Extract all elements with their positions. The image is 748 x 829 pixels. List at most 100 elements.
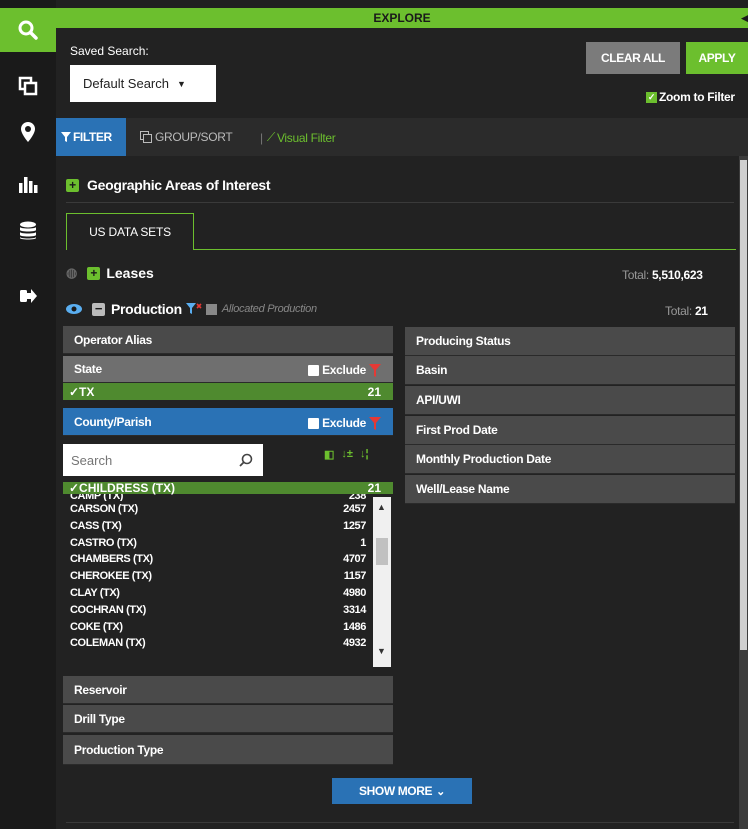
explore-titlebar: EXPLORE ◂ [56,8,748,28]
county-name: COCHRAN (TX) [70,603,146,616]
divider [66,202,734,203]
plus-icon: + [87,266,101,280]
county-count: 1157 [343,570,367,583]
geo-areas-title: Geographic Areas of Interest [87,177,271,193]
county-name: CASS (TX) [70,519,122,532]
filter-producing-status[interactable]: Producing Status [405,327,735,356]
checkbox[interactable] [308,364,320,376]
state-exclude-checkbox[interactable]: Exclude [308,363,381,377]
caret-down-icon: ▼ [177,78,186,89]
copy-icon [140,131,152,143]
list-item[interactable]: COKE (TX) 1486 [70,620,366,633]
county-name: CHEROKEE (TX) [70,570,152,583]
filter-production-type[interactable]: Production Type [63,735,393,765]
state-selected-row[interactable]: ✓TX 21 [63,383,393,400]
allocated-production-label: Allocated Production [221,303,317,315]
list-item[interactable]: CASTRO (TX) 1 [70,536,366,549]
county-selected-count: 21 [367,481,381,495]
apply-button[interactable]: APPLY [686,42,748,74]
list-item[interactable]: CHAMBERS (TX) 4707 [70,554,366,565]
eye-icon[interactable] [66,303,82,315]
filter-remove-icon[interactable] [369,416,381,430]
explore-title: EXPLORE [373,11,431,25]
leases-row[interactable]: ◍ + Leases [66,265,154,281]
county-name: COLEMAN (TX) [70,637,146,650]
county-count: 238 [348,494,366,501]
panel-scrollbar-thumb[interactable] [740,160,747,650]
tab-filter[interactable]: FILTER [56,118,126,156]
list-item[interactable]: CHEROKEE (TX) 1157 [70,571,366,582]
filter-county-parish[interactable]: County/Parish Exclude [63,408,393,436]
leases-total: Total: 5,510,623 [622,268,703,282]
state-selected-count: 21 [367,384,381,399]
county-count: 4980 [343,587,366,599]
layers-icon[interactable] [0,60,56,112]
checkbox[interactable] [308,417,320,429]
county-selected-row[interactable]: ✓CHILDRESS (TX) 21 [63,482,393,494]
filter-api-uwi[interactable]: API/UWI [405,386,735,415]
leases-total-label: Total: [622,268,649,282]
bar-chart-icon[interactable] [0,158,56,210]
copy-icon[interactable]: ◧ [324,448,334,461]
list-item[interactable]: COCHRAN (TX) 3314 [70,603,366,616]
list-item[interactable]: CASS (TX) 1257 [70,519,366,532]
tab-visual-filter[interactable]: | ⟋ Visual Filter [260,130,336,145]
filter-well-lease-name[interactable]: Well/Lease Name [405,475,735,504]
county-count: 1 [360,536,366,549]
show-more-label: SHOW MORE [359,784,433,798]
back-arrow-icon[interactable]: ◂ [741,8,748,28]
county-list[interactable]: CAMP (TX) 238 CARSON (TX) 2457 CASS (TX) 12… [63,494,373,672]
database-icon[interactable] [0,205,56,257]
production-total-label: Total: [665,304,692,318]
list-item[interactable]: COLEMAN (TX) 4932 [70,638,366,649]
search-icon[interactable] [0,8,56,52]
filter-state[interactable]: State Exclude [63,356,393,383]
sort-alpha-icon[interactable]: ↓± [341,448,353,461]
tab-group-sort[interactable]: GROUP/SORT [140,130,233,144]
filter-basin[interactable]: Basin [405,356,735,385]
list-tools: ◧ ↓± ↓¦ [324,448,369,461]
production-label: Production [111,301,182,317]
county-selected-value: ✓CHILDRESS (TX) [69,481,176,495]
eye-hidden-icon[interactable]: ◍ [66,265,77,281]
list-item[interactable]: CAMP (TX) 238 [70,494,366,501]
county-search-box[interactable] [63,444,263,476]
saved-search-dropdown[interactable]: Default Search ▼ [70,65,216,102]
panel-scrollbar[interactable] [739,156,748,829]
zoom-to-filter-checkbox[interactable]: ✓ Zoom to Filter [646,90,735,104]
list-item[interactable]: CLAY (TX) 4980 [70,588,366,599]
filter-clear-icon[interactable] [185,303,202,315]
scroll-up-icon[interactable]: ▲ [377,502,386,512]
saved-search-header: Saved Search: Default Search ▼ CLEAR ALL… [56,28,748,118]
sign-out-icon[interactable] [0,270,56,322]
geo-areas-header[interactable]: + Geographic Areas of Interest [66,177,271,193]
county-count: 1257 [343,519,366,532]
filter-monthly-production-date[interactable]: Monthly Production Date [405,445,735,474]
county-name: COKE (TX) [70,620,123,633]
filter-drill-type[interactable]: Drill Type [63,705,393,733]
filter-operator-alias[interactable]: Operator Alias [63,326,393,354]
allocated-checkbox[interactable] [205,303,217,315]
saved-search-value: Default Search [83,76,169,91]
filter-remove-icon[interactable] [369,363,381,377]
checkbox-checked-icon: ✓ [646,91,657,103]
plus-icon: + [66,178,79,192]
county-search-input[interactable] [71,452,231,468]
show-more-button[interactable]: SHOW MORE ⌄ [332,778,472,804]
map-pin-icon[interactable] [0,106,56,158]
county-exclude-checkbox[interactable]: Exclude [308,416,381,430]
county-list-scrollbar[interactable]: ▲ ▼ [373,497,391,667]
list-item[interactable]: CARSON (TX) 2457 [70,504,366,515]
sort-numeric-icon[interactable]: ↓¦ [360,448,369,461]
search-icon[interactable] [239,453,253,467]
county-list-scrollbar-thumb[interactable] [376,538,388,565]
clear-all-button[interactable]: CLEAR ALL [586,42,680,74]
tab-us-data-sets[interactable]: US DATA SETS [66,213,194,250]
county-count: 2457 [343,503,366,515]
state-exclude-label: Exclude [322,363,366,377]
filter-reservoir[interactable]: Reservoir [63,676,393,704]
scroll-down-icon[interactable]: ▼ [377,646,386,656]
filter-first-prod-date[interactable]: First Prod Date [405,416,735,445]
production-row[interactable]: − Production Allocated Production [66,301,317,317]
county-name: CASTRO (TX) [70,536,137,549]
